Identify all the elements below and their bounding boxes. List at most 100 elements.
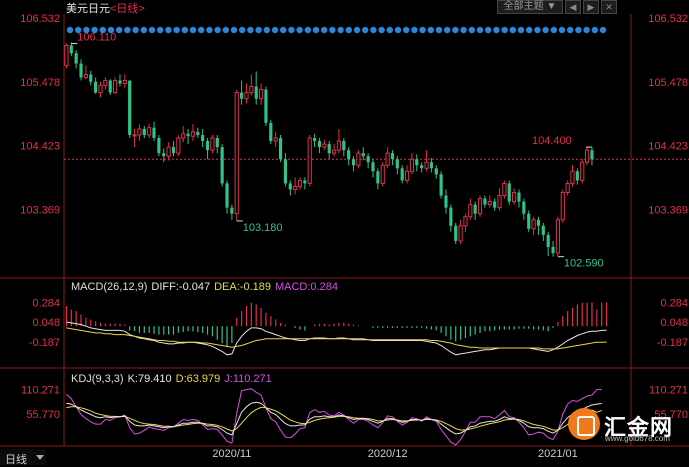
event-dot [452, 26, 459, 34]
candle-body [361, 153, 365, 157]
event-dot [329, 26, 336, 34]
kdj-y-tick-right: 110.271 [649, 385, 688, 397]
event-dot [124, 26, 131, 34]
candle-body [249, 86, 254, 94]
candle-body [64, 44, 69, 66]
event-dot [501, 26, 508, 34]
y-tick-left: 106.532 [20, 13, 60, 25]
diff-value: DIFF:-0.047 [151, 281, 210, 293]
y-tick-left: 103.369 [20, 205, 60, 217]
event-dot [460, 26, 467, 34]
macd-header: MACD(26,12,9) DIFF:-0.047 DEA:-0.189 MACD:0… [71, 281, 338, 293]
event-dot [239, 26, 246, 34]
event-dot [165, 26, 172, 34]
candle-body [371, 162, 375, 172]
event-dot [435, 26, 443, 34]
candle-body [385, 152, 390, 166]
event-dot [148, 26, 156, 34]
event-dot [444, 26, 451, 34]
kdj-header: KDJ(9,3,3) K:79.410 D:63.979 J:110.271 [71, 373, 272, 385]
candle-body [303, 180, 307, 184]
candle-body [128, 80, 132, 135]
candle-body [551, 246, 555, 254]
event-dot [304, 26, 311, 34]
event-dot [567, 26, 574, 34]
event-dot [230, 26, 238, 34]
candle-body [409, 158, 415, 172]
macd-params: MACD(26,12,9) [71, 281, 147, 293]
candle-body [395, 159, 399, 169]
event-dot [189, 26, 197, 34]
candle-body [210, 137, 215, 151]
candle-body [69, 45, 73, 54]
candle-body [317, 141, 322, 148]
candle-body [283, 159, 287, 184]
candle-body [458, 225, 463, 242]
d-line [66, 406, 602, 432]
candle-body [522, 201, 526, 214]
candle-body [166, 146, 171, 157]
candle-body [347, 150, 351, 160]
dea-line [66, 327, 607, 350]
event-dot [476, 26, 484, 34]
event-dot [599, 26, 607, 34]
candle-body [186, 133, 190, 137]
candle-body [196, 131, 200, 135]
event-dot [493, 26, 500, 34]
candle-body [454, 225, 458, 241]
event-dot [280, 26, 287, 34]
candle-body [590, 150, 594, 160]
candle-body [463, 216, 468, 227]
macd-y-tick-left: -0.187 [29, 337, 60, 349]
candle-body [137, 128, 142, 136]
candle-body [390, 153, 395, 160]
event-dot [403, 26, 410, 34]
candle-body [497, 195, 502, 209]
event-dot [66, 26, 74, 34]
candle-body [527, 213, 531, 229]
event-dot [140, 26, 147, 34]
candle-body [89, 74, 93, 82]
candle-body [546, 234, 550, 247]
event-dot [583, 26, 590, 34]
candle-body [230, 207, 234, 214]
event-dot [550, 26, 557, 34]
event-dot [353, 26, 361, 34]
candle-body [152, 127, 156, 139]
candle-body [113, 79, 118, 94]
event-dot [542, 26, 549, 34]
candle-body [493, 201, 497, 208]
candle-body [273, 137, 278, 142]
candle-body [380, 164, 385, 184]
candle-body [366, 156, 370, 163]
y-tick-left: 104.423 [20, 141, 60, 153]
event-dot [312, 26, 320, 34]
candle-body [118, 80, 122, 84]
candle-body [473, 204, 477, 214]
event-dot [173, 26, 180, 34]
candle-body [234, 92, 239, 215]
price-annotation: 103.180 [243, 222, 283, 234]
candle-body [444, 195, 448, 208]
k-value: K:79.410 [128, 373, 172, 385]
event-dot [214, 26, 221, 34]
event-dot [427, 26, 434, 34]
macd-y-tick-right: 0.284 [660, 297, 688, 309]
candle-body [94, 81, 98, 93]
candle-body [580, 161, 585, 181]
candle-body [98, 84, 103, 94]
candle-body [331, 149, 337, 154]
candle-body [570, 170, 575, 184]
candle-body [162, 153, 166, 157]
event-dot [419, 26, 426, 34]
period-tab[interactable]: 日线 [0, 449, 46, 466]
dea-value: DEA:-0.189 [214, 281, 271, 293]
candle-body [147, 127, 152, 136]
event-dot [271, 26, 279, 34]
candle-body [565, 182, 570, 193]
x-axis-label: 2020/11 [212, 448, 251, 460]
candle-body [420, 165, 424, 169]
event-dot [411, 26, 418, 34]
event-dot [468, 26, 475, 34]
k-line [66, 401, 602, 436]
